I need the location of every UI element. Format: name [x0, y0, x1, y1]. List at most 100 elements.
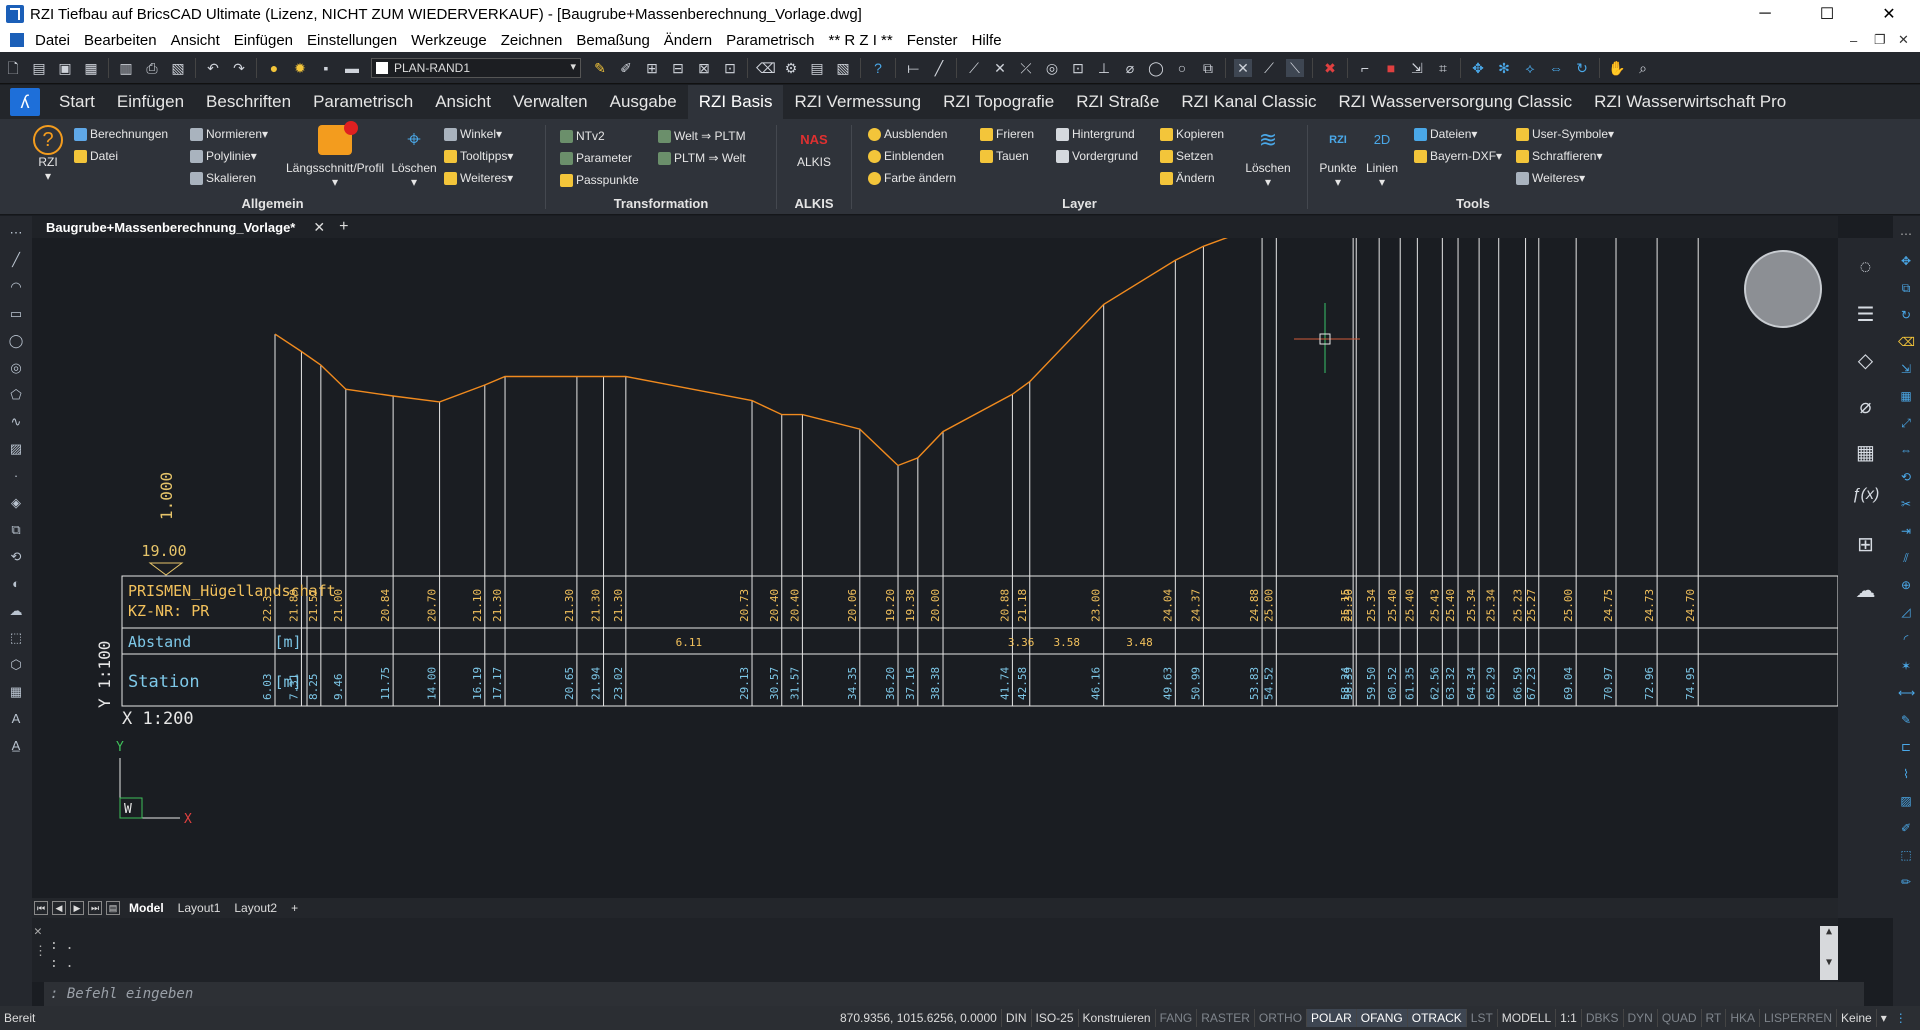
- menu-item-11[interactable]: Fenster: [900, 32, 965, 49]
- normieren-button[interactable]: Normieren ▾: [190, 127, 268, 141]
- undo-icon[interactable]: ↶: [204, 59, 222, 77]
- ntv2-button[interactable]: NTv2: [560, 129, 605, 143]
- open-icon[interactable]: ▤: [30, 59, 48, 77]
- alkis-button[interactable]: NAS ALKIS: [789, 125, 839, 169]
- close-command-icon[interactable]: ✕: [34, 924, 42, 939]
- save-icon[interactable]: ▣: [56, 59, 74, 77]
- ribbon-tab-4[interactable]: Ansicht: [424, 85, 502, 119]
- block-tool-icon[interactable]: ⬚: [7, 630, 25, 648]
- snap-perp-icon[interactable]: ⊥: [1095, 59, 1113, 77]
- command-input[interactable]: : Befehl eingeben: [44, 982, 1864, 1006]
- move-tool-icon[interactable]: ✥: [1898, 254, 1914, 270]
- laengsschnitt-button[interactable]: Längsschnitt/Profil ▾: [280, 121, 390, 189]
- plot-icon[interactable]: ▧: [169, 59, 187, 77]
- status-toggle-1[interactable]: ISO-25: [1032, 1009, 1079, 1027]
- menu-item-3[interactable]: Einfügen: [227, 32, 300, 49]
- point-tool-icon[interactable]: ·: [7, 468, 25, 486]
- mtext-tool-icon[interactable]: A̲: [7, 738, 25, 756]
- snap-ext-icon[interactable]: ⟋: [1260, 59, 1278, 77]
- snap-tan-icon[interactable]: ⌀: [1121, 59, 1139, 77]
- sun-icon[interactable]: ✹: [291, 59, 309, 77]
- menu-item-2[interactable]: Ansicht: [164, 32, 227, 49]
- snap-quad-icon[interactable]: ◯: [1147, 59, 1165, 77]
- snap-center-icon[interactable]: ◎: [1043, 59, 1061, 77]
- chamfer-tool-icon[interactable]: ◿: [1898, 605, 1914, 621]
- app-menu-icon[interactable]: ʎ: [10, 88, 40, 116]
- last-layout-icon[interactable]: ⏭: [88, 901, 102, 915]
- next-layout-icon[interactable]: ▶: [70, 901, 84, 915]
- doc-close-button[interactable]: ✕: [1898, 28, 1909, 52]
- circle-tool-icon[interactable]: ◯: [7, 333, 25, 351]
- weiteres-allgemein-button[interactable]: Weiteres ▾: [444, 171, 513, 185]
- welt-pltm-button[interactable]: Welt ⇒ PLTM: [658, 129, 746, 143]
- snap-near-icon[interactable]: ○: [1173, 59, 1191, 77]
- status-toggle-4[interactable]: RASTER: [1197, 1009, 1255, 1027]
- menu-item-6[interactable]: Zeichnen: [494, 32, 570, 49]
- ribbon-tab-6[interactable]: Ausgabe: [599, 85, 688, 119]
- status-toggle-3[interactable]: FANG: [1156, 1009, 1198, 1027]
- region-tool-icon[interactable]: ◈: [7, 495, 25, 513]
- snap-node-icon[interactable]: ⊡: [1069, 59, 1087, 77]
- datei-button[interactable]: Datei: [74, 149, 118, 163]
- close-tab-icon[interactable]: ✕: [305, 219, 333, 236]
- hatch-panel-icon[interactable]: ▦: [1852, 440, 1880, 468]
- status-toggle-10[interactable]: MODELL: [1498, 1009, 1557, 1027]
- block-icon[interactable]: ⌐: [1356, 59, 1374, 77]
- cloud-tool-icon[interactable]: ☁: [7, 603, 25, 621]
- pan-icon[interactable]: ✋: [1608, 59, 1626, 77]
- ribbon-tab-11[interactable]: RZI Kanal Classic: [1170, 85, 1327, 119]
- doc-minimize-button[interactable]: –: [1850, 28, 1857, 52]
- menu-item-5[interactable]: Werkzeuge: [404, 32, 494, 49]
- settings-icon[interactable]: ⚙: [782, 59, 800, 77]
- offset-tool-icon[interactable]: ⟲: [1898, 470, 1914, 486]
- eraser-icon[interactable]: ⌫: [756, 59, 776, 77]
- hatchedit-tool-icon[interactable]: ▨: [1898, 794, 1914, 810]
- ribbon-tab-12[interactable]: RZI Wasserversorgung Classic: [1328, 85, 1584, 119]
- line-icon[interactable]: ╱: [930, 59, 948, 77]
- stretch-tool-icon[interactable]: ⇲: [1898, 362, 1914, 378]
- arc-tool-icon[interactable]: ◠: [7, 279, 25, 297]
- ribbon-tab-10[interactable]: RZI Straße: [1065, 85, 1170, 119]
- lightbulb-icon[interactable]: ●: [265, 59, 283, 77]
- ribbon-tab-5[interactable]: Verwalten: [502, 85, 599, 119]
- hatch-tool-icon[interactable]: ▨: [7, 441, 25, 459]
- status-toggle-2[interactable]: Konstruieren: [1079, 1009, 1156, 1027]
- help-icon[interactable]: ?: [869, 59, 887, 77]
- break-tool-icon[interactable]: ⫽: [1898, 551, 1914, 567]
- status-toggle-9[interactable]: LST: [1467, 1009, 1498, 1027]
- status-toggle-12[interactable]: DBKS: [1582, 1009, 1624, 1027]
- extend-tool-icon[interactable]: ⇥: [1898, 524, 1914, 540]
- insert-tool-icon[interactable]: ⬡: [7, 657, 25, 675]
- tab-model[interactable]: Model: [122, 901, 171, 915]
- snowflake-icon[interactable]: ✻: [1495, 59, 1513, 77]
- document-tab[interactable]: Baugrube+Massenberechnung_Vorlage*: [32, 220, 305, 235]
- menu-item-4[interactable]: Einstellungen: [300, 32, 404, 49]
- mirror-tool-icon[interactable]: ⇔: [1898, 443, 1914, 459]
- delete-icon[interactable]: ✖: [1321, 59, 1339, 77]
- properties-icon[interactable]: ☰: [1852, 302, 1880, 330]
- formula-icon[interactable]: ƒ(x): [1852, 486, 1880, 514]
- offset-tool-icon[interactable]: ⟲: [7, 549, 25, 567]
- prev-layout-icon[interactable]: ◀: [52, 901, 66, 915]
- status-toggle-13[interactable]: DYN: [1624, 1009, 1658, 1027]
- new-tab-icon[interactable]: +: [333, 218, 354, 236]
- wipe-tool-icon[interactable]: ◐: [7, 576, 25, 594]
- scroll-down-icon[interactable]: ▼: [1820, 957, 1838, 968]
- menu-item-10[interactable]: ** R Z I **: [822, 32, 900, 49]
- setzen-button[interactable]: Setzen: [1160, 149, 1213, 163]
- linien-button[interactable]: 2D Linien ▾: [1362, 125, 1402, 189]
- copy-tool-icon[interactable]: ⧉: [7, 522, 25, 540]
- lengthen-tool-icon[interactable]: ⟷: [1898, 686, 1915, 702]
- command-scrollbar[interactable]: ▲ ▼: [1820, 926, 1838, 980]
- polygon-tool-icon[interactable]: ⬠: [7, 387, 25, 405]
- rotate-tool-icon[interactable]: ↻: [1898, 308, 1914, 324]
- aendern-button[interactable]: Ändern: [1160, 171, 1215, 185]
- loeschen-button[interactable]: ⌖ Löschen ▾: [390, 125, 438, 189]
- winkel-button[interactable]: Winkel ▾: [444, 127, 502, 141]
- trim-tool-icon[interactable]: ✂: [1898, 497, 1914, 513]
- frieren-button[interactable]: Frieren: [980, 127, 1034, 141]
- vordergrund-button[interactable]: Vordergrund: [1056, 149, 1138, 163]
- weiteres-tools-button[interactable]: Weiteres ▾: [1516, 171, 1585, 185]
- layer-loeschen-button[interactable]: ≋ Löschen ▾: [1238, 125, 1298, 189]
- status-menu-icon[interactable]: ▾: [1877, 1011, 1891, 1025]
